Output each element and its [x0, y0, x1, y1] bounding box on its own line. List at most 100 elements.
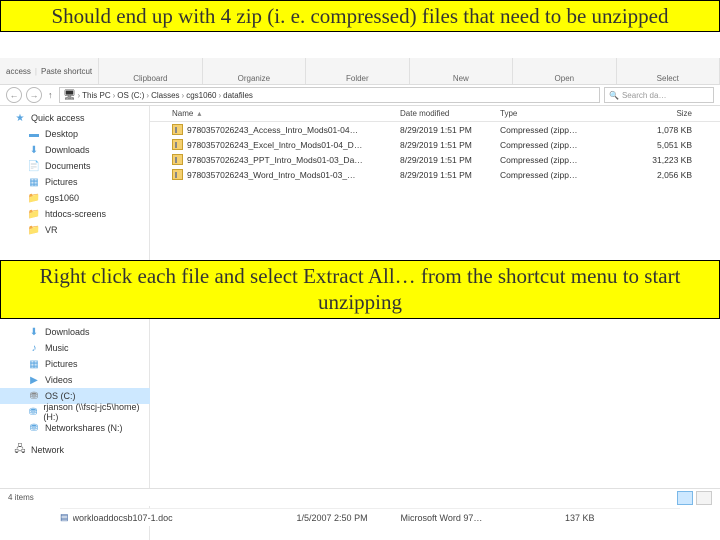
table-row[interactable]: 9780357026243_Excel_Intro_Mods01-04_D… 8… [150, 137, 720, 152]
view-switcher [677, 491, 712, 505]
sidebar-item-net-n[interactable]: ⛃ Networkshares (N:) [0, 420, 150, 436]
folder-icon: 📁 [28, 208, 40, 220]
sidebar-item-net-h[interactable]: ⛃ rjanson (\\fscj-jc5\home) (H:) [0, 404, 150, 420]
sidebar-item-label: Music [45, 343, 69, 353]
music-icon: ♪ [28, 342, 40, 354]
file-date: 8/29/2019 1:51 PM [400, 170, 500, 180]
search-input[interactable]: 🔍 Search da… [604, 87, 714, 103]
ribbon-section-open: Open [513, 58, 616, 84]
nav-forward-button[interactable]: → [26, 87, 42, 103]
file-size: 5,051 KB [630, 140, 700, 150]
zip-icon [172, 169, 183, 180]
search-placeholder: Search da… [622, 91, 666, 100]
ribbon-section-new: New [410, 58, 513, 84]
sidebar-item-videos[interactable]: ▶ Videos [0, 372, 150, 388]
sidebar-item-label: Downloads [45, 327, 90, 337]
file-name: workloaddocsb107-1.doc [73, 513, 293, 523]
sidebar-item-label: OS (C:) [45, 391, 76, 401]
videos-icon: ▶ [28, 374, 40, 386]
col-date-header[interactable]: Date modified [400, 109, 500, 118]
large-icons-view-button[interactable] [696, 491, 712, 505]
sidebar-item-vr[interactable]: 📁VR [0, 222, 149, 238]
downloads-icon: ⬇ [28, 326, 40, 338]
annotation-mid: Right click each file and select Extract… [0, 260, 720, 319]
sidebar-item-label: Pictures [45, 177, 78, 187]
sidebar-item-documents[interactable]: 📄Documents [0, 158, 149, 174]
sidebar-item-label: Documents [45, 161, 91, 171]
folder-icon: 📁 [28, 192, 40, 204]
sidebar-item-pictures[interactable]: ▦ Pictures [0, 356, 150, 372]
sidebar-item-downloads[interactable]: ⬇ Downloads [0, 324, 150, 340]
col-name-header[interactable]: Name▴ [150, 109, 400, 118]
crumb[interactable]: OS (C:) [117, 91, 144, 100]
pictures-icon: ▦ [28, 358, 40, 370]
fragment-row: ▤ workloaddocsb107-1.doc 1/5/2007 2:50 P… [60, 508, 680, 526]
sidebar-item-label: Quick access [31, 113, 85, 123]
status-text: 4 items [8, 493, 34, 502]
search-icon: 🔍 [609, 91, 619, 100]
annotation-top: Should end up with 4 zip (i. e. compress… [0, 0, 720, 32]
nav-pane: ★ Quick access ▬Desktop ⬇ Downloads 📄Docum… [0, 106, 150, 540]
sidebar-item-quick-access[interactable]: ★ Quick access [0, 110, 149, 126]
sidebar-item-label: Pictures [45, 359, 78, 369]
pc-icon: 🖥 [64, 89, 76, 101]
sidebar-item-label: Desktop [45, 129, 78, 139]
crumb[interactable]: Classes [151, 91, 179, 100]
details-view-button[interactable] [677, 491, 693, 505]
nav-back-button[interactable]: ← [6, 87, 22, 103]
sidebar-item-label: Network [31, 445, 64, 455]
sidebar-item-label: cgs1060 [45, 193, 79, 203]
address-bar: ← → ↑ 🖥 › This PC› OS (C:)› Classes› cgs… [0, 84, 720, 106]
file-rows: 9780357026243_Access_Intro_Mods01-04… 8/… [150, 122, 720, 540]
crumb[interactable]: cgs1060 [186, 91, 216, 100]
downloads-icon: ⬇ [28, 144, 40, 156]
star-icon: ★ [14, 112, 26, 124]
paste-shortcut-label[interactable]: Paste shortcut [41, 67, 92, 76]
sidebar-item-pictures[interactable]: ▦ Pictures [0, 174, 149, 190]
file-name: 9780357026243_Excel_Intro_Mods01-04_D… [187, 140, 362, 150]
ribbon-section-clipboard: Clipboard [99, 58, 202, 84]
file-date: 8/29/2019 1:51 PM [400, 155, 500, 165]
column-headers: Name▴ Date modified Type Size [150, 106, 720, 122]
file-name: 9780357026243_Access_Intro_Mods01-04… [187, 125, 358, 135]
network-drive-icon: ⛃ [28, 406, 38, 418]
sidebar-item-network[interactable]: 🖧 Network [0, 442, 150, 458]
table-row[interactable]: 9780357026243_Access_Intro_Mods01-04… 8/… [150, 122, 720, 137]
sidebar-item-label: rjanson (\\fscj-jc5\home) (H:) [43, 402, 142, 422]
file-date: 8/29/2019 1:51 PM [400, 125, 500, 135]
pictures-icon: ▦ [28, 176, 40, 188]
folder-icon: 📁 [28, 224, 40, 236]
zip-icon [172, 139, 183, 150]
file-size: 31,223 KB [630, 155, 700, 165]
network-icon: 🖧 [14, 444, 26, 456]
table-row[interactable]: 9780357026243_Word_Intro_Mods01-03_… 8/2… [150, 167, 720, 182]
file-date: 8/29/2019 1:51 PM [400, 140, 500, 150]
ribbon-left: access | Paste shortcut [0, 58, 99, 84]
ribbon-section-select: Select [617, 58, 720, 84]
zip-icon [172, 154, 183, 165]
drive-icon: ⛃ [28, 390, 40, 402]
file-size: 2,056 KB [630, 170, 700, 180]
ribbon-section-folder: Folder [306, 58, 409, 84]
table-row[interactable]: 9780357026243_PPT_Intro_Mods01-03_Da… 8/… [150, 152, 720, 167]
access-label: access [6, 67, 31, 76]
crumb[interactable]: This PC [82, 91, 110, 100]
sidebar-item-music[interactable]: ♪ Music [0, 340, 150, 356]
breadcrumb[interactable]: 🖥 › This PC› OS (C:)› Classes› cgs1060› … [59, 87, 601, 103]
network-drive-icon: ⛃ [28, 422, 40, 434]
nav-up-button[interactable]: ↑ [46, 90, 55, 100]
sidebar-item-downloads[interactable]: ⬇Downloads [0, 142, 149, 158]
file-size: 137 KB [535, 513, 595, 523]
col-size-header[interactable]: Size [630, 109, 700, 118]
file-type: Compressed (zipp… [500, 170, 630, 180]
sidebar-item-cgs1060[interactable]: 📁 cgs1060 [0, 190, 149, 206]
file-size: 1,078 KB [630, 125, 700, 135]
sidebar-item-desktop[interactable]: ▬Desktop [0, 126, 149, 142]
col-type-header[interactable]: Type [500, 109, 630, 118]
sidebar-item-label: Networkshares (N:) [45, 423, 123, 433]
word-icon: ▤ [60, 512, 69, 523]
file-name: 9780357026243_PPT_Intro_Mods01-03_Da… [187, 155, 363, 165]
sidebar-item-label: Videos [45, 375, 72, 385]
crumb[interactable]: datafiles [223, 91, 253, 100]
sidebar-item-htdocs[interactable]: 📁htdocs-screens [0, 206, 149, 222]
